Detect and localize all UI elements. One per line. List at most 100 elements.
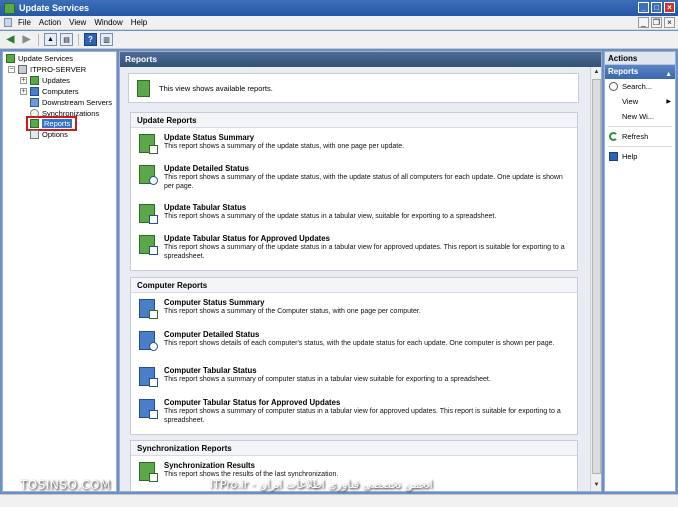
- tree-item-server[interactable]: − ITPRO-SERVER: [8, 64, 86, 75]
- menu-window[interactable]: Window: [92, 18, 128, 27]
- tree-item-label: Updates: [42, 76, 70, 85]
- menu-action[interactable]: Action: [37, 18, 67, 27]
- title-bar: Update Services _ □ ×: [0, 0, 678, 16]
- report-icon: [137, 330, 158, 351]
- tree-item-label: Computers: [42, 87, 79, 96]
- report-icon: [137, 366, 158, 387]
- report-title[interactable]: Update Tabular Status: [164, 203, 496, 212]
- action-refresh[interactable]: Refresh: [605, 129, 675, 144]
- report-update-tabular-status[interactable]: Update Tabular Status This report shows a…: [137, 203, 573, 224]
- report-icon: [137, 398, 158, 419]
- tree-item-downstream-servers[interactable]: Downstream Servers: [30, 97, 112, 108]
- toolbar-separator: [78, 33, 79, 46]
- document-icon[interactable]: [4, 18, 12, 27]
- results-body: This view shows available reports. Updat…: [120, 67, 601, 491]
- menu-bar: File Action View Window Help _ ❐ ×: [0, 16, 678, 30]
- report-computer-tabular-status[interactable]: Computer Tabular Status This report shows…: [137, 366, 573, 387]
- show-hide-action-pane-icon[interactable]: ▥: [100, 33, 113, 46]
- maximize-button[interactable]: □: [651, 2, 662, 13]
- report-title[interactable]: Update Status Summary: [164, 133, 404, 142]
- action-search[interactable]: Search...: [605, 79, 675, 94]
- forward-arrow-icon[interactable]: ▶: [20, 33, 33, 46]
- tree-item-update-services[interactable]: Update Services: [6, 53, 73, 64]
- up-folder-icon[interactable]: ▲: [44, 33, 57, 46]
- actions-subheader-label: Reports: [608, 67, 639, 76]
- report-title[interactable]: Computer Tabular Status: [164, 366, 491, 375]
- actions-header: Actions: [605, 52, 675, 65]
- action-new-window[interactable]: New Wi...: [605, 109, 675, 124]
- expand-icon[interactable]: +: [20, 88, 27, 95]
- downstream-servers-icon: [30, 98, 39, 107]
- child-minimize-button[interactable]: _: [638, 17, 649, 28]
- report-description: This report shows a summary of the updat…: [164, 174, 563, 190]
- report-computer-detailed-status[interactable]: Computer Detailed Status This report show…: [137, 330, 573, 351]
- help-icon: [609, 152, 618, 161]
- child-close-button[interactable]: ×: [664, 17, 675, 28]
- report-computer-status-summary[interactable]: Computer Status Summary This report shows…: [137, 298, 573, 319]
- minimize-button[interactable]: _: [638, 2, 649, 13]
- report-icon: [137, 164, 158, 185]
- report-description: This report shows a summary of the Compu…: [164, 308, 421, 315]
- scroll-thumb[interactable]: [592, 79, 601, 474]
- report-title[interactable]: Synchronization Results: [164, 461, 338, 470]
- report-description: This report shows details of each comput…: [164, 340, 555, 347]
- report-description: This report shows a summary of computer …: [164, 408, 561, 424]
- report-title[interactable]: Update Detailed Status: [164, 164, 573, 173]
- intro-text: This view shows available reports.: [159, 83, 273, 93]
- update-reports-section: Update Reports Update Status Summary This…: [130, 112, 578, 271]
- menu-view[interactable]: View: [67, 18, 92, 27]
- results-pane: Reports This view shows available report…: [119, 51, 602, 492]
- report-update-detailed-status[interactable]: Update Detailed Status This report shows …: [137, 164, 573, 191]
- close-button[interactable]: ×: [664, 2, 675, 13]
- tree-item-label: Synchronizations: [42, 109, 100, 118]
- tree-item-options[interactable]: Options: [30, 129, 68, 140]
- section-title: Update Reports: [131, 113, 577, 128]
- report-update-status-summary[interactable]: Update Status Summary This report shows a…: [137, 133, 573, 154]
- expand-icon[interactable]: +: [20, 77, 27, 84]
- scroll-up-icon[interactable]: ▲: [592, 68, 601, 77]
- child-window-controls: _ ❐ ×: [638, 17, 675, 28]
- help-icon[interactable]: ?: [84, 33, 97, 46]
- menu-help[interactable]: Help: [129, 18, 153, 27]
- report-title[interactable]: Computer Detailed Status: [164, 330, 554, 339]
- action-label: Help: [622, 152, 638, 161]
- window-controls: _ □ ×: [638, 2, 675, 13]
- toolbar-separator: [38, 33, 39, 46]
- report-icon: [137, 234, 158, 255]
- menu-file[interactable]: File: [16, 18, 37, 27]
- report-computer-tabular-status-approved[interactable]: Computer Tabular Status for Approved Upd…: [137, 398, 573, 425]
- scroll-down-icon[interactable]: ▼: [592, 481, 601, 490]
- actions-pane: Actions Reports ▲ Search... View ▶ New W…: [604, 51, 676, 492]
- child-restore-button[interactable]: ❐: [651, 17, 662, 28]
- computer-reports-section: Computer Reports Computer Status Summary…: [130, 277, 578, 435]
- action-label: View: [622, 97, 639, 106]
- back-arrow-icon[interactable]: ◀: [4, 33, 17, 46]
- update-services-icon: [6, 54, 15, 63]
- computers-icon: [30, 87, 39, 96]
- section-title: Synchronization Reports: [131, 441, 577, 456]
- section-title: Computer Reports: [131, 278, 577, 293]
- tree-item-updates[interactable]: + Updates: [20, 75, 70, 86]
- show-hide-tree-icon[interactable]: ▤: [60, 33, 73, 46]
- report-title[interactable]: Update Tabular Status for Approved Updat…: [164, 234, 573, 243]
- action-view[interactable]: View ▶: [605, 94, 675, 109]
- report-icon: [137, 461, 158, 482]
- report-description: This report shows a summary of the updat…: [164, 244, 565, 260]
- intro-box: This view shows available reports.: [128, 73, 579, 103]
- report-update-tabular-status-approved[interactable]: Update Tabular Status for Approved Updat…: [137, 234, 573, 261]
- collapse-icon[interactable]: −: [8, 66, 15, 73]
- report-icon: [137, 133, 158, 154]
- console-tree: Update Services − ITPRO-SERVER + Updates…: [2, 51, 117, 492]
- report-description: This report shows a summary of the updat…: [164, 143, 405, 150]
- action-label: New Wi...: [622, 112, 655, 121]
- action-help[interactable]: Help: [605, 149, 675, 164]
- status-bar: [0, 494, 678, 507]
- report-title[interactable]: Computer Status Summary: [164, 298, 421, 307]
- actions-subheader[interactable]: Reports ▲: [605, 65, 675, 79]
- tree-item-reports[interactable]: Reports: [25, 116, 78, 131]
- report-title[interactable]: Computer Tabular Status for Approved Upd…: [164, 398, 573, 407]
- results-header: Reports: [120, 52, 601, 67]
- report-description: This report shows a summary of the updat…: [164, 213, 497, 220]
- vertical-scrollbar[interactable]: ▲ ▼: [590, 67, 601, 491]
- tree-item-computers[interactable]: + Computers: [20, 86, 79, 97]
